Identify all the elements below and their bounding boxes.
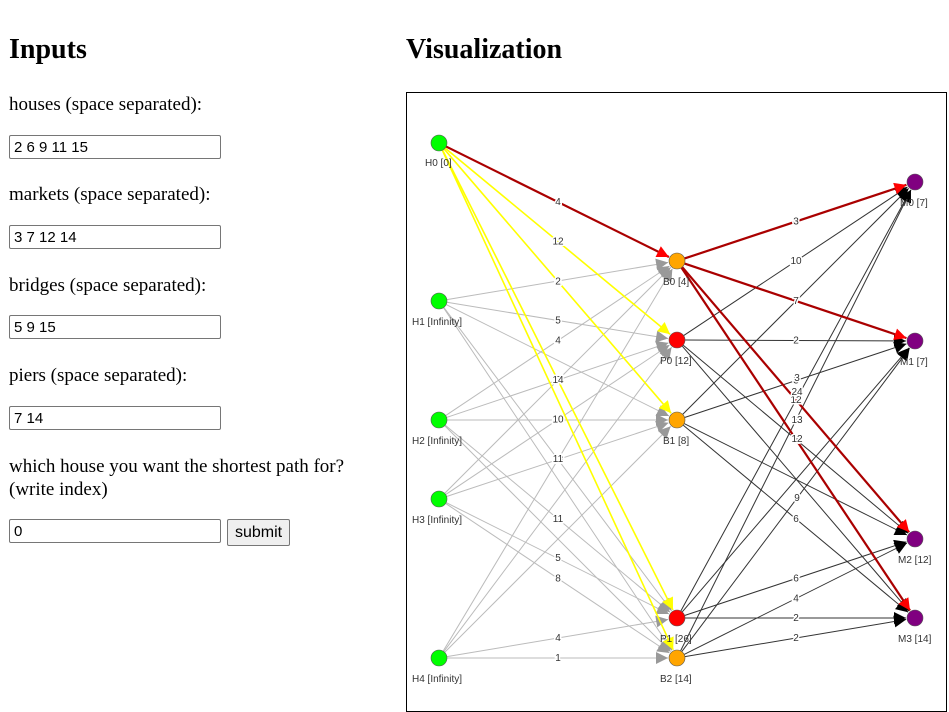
edge-weight-B2-M2: 4 xyxy=(793,594,799,605)
edge-weight-P0-M1: 2 xyxy=(793,336,799,347)
edge-weight-extra: 11 xyxy=(553,454,564,465)
edge-weight-B0-M1: 7 xyxy=(793,296,799,307)
graph-svg: 4547101114101878411023662421224371216324… xyxy=(412,134,932,685)
piers-input[interactable] xyxy=(9,406,221,430)
node-label: B1 [8] xyxy=(663,436,689,447)
edge-weight-H3-P0: 10 xyxy=(552,415,564,426)
house-index-input[interactable] xyxy=(9,519,221,543)
node-circle xyxy=(906,332,924,350)
inputs-title: Inputs xyxy=(9,34,87,65)
node-circle xyxy=(906,609,924,627)
edge-weight-H0-P0: 12 xyxy=(552,237,564,248)
node-m3: M3 [14] xyxy=(898,609,932,645)
node-label: M1 [7] xyxy=(900,357,928,368)
node-label: B2 [14] xyxy=(660,674,692,685)
edge-weight-P1-M3: 2 xyxy=(793,613,799,624)
node-circle xyxy=(668,411,686,429)
edge-weight-extra: 12 xyxy=(791,434,803,445)
edge-weight-extra: 5 xyxy=(555,553,561,564)
houses-input[interactable] xyxy=(9,135,221,159)
node-circle xyxy=(430,490,448,508)
house-question-line2: (write index) xyxy=(9,479,108,500)
node-circle xyxy=(668,331,686,349)
node-circle xyxy=(906,173,924,191)
bridges-input[interactable] xyxy=(9,315,221,339)
node-circle xyxy=(430,411,448,429)
edge-weight-extra: 13 xyxy=(791,415,803,426)
markets-label: markets (space separated): xyxy=(9,184,211,205)
edge-weight-B1-M3: 6 xyxy=(793,514,799,525)
node-label: M2 [12] xyxy=(898,555,932,566)
node-label: H4 [Infinity] xyxy=(412,674,462,685)
visualization-title: Visualization xyxy=(406,34,563,65)
node-p1: P1 [26] xyxy=(660,609,692,645)
node-label: H0 [0] xyxy=(425,158,452,169)
edge-weight-H4-P1: 4 xyxy=(555,633,561,644)
edge-weight-H2-P1: 11 xyxy=(553,514,564,525)
houses-label: houses (space separated): xyxy=(9,94,203,115)
edge-weight-extra: 3 xyxy=(794,373,800,384)
edge-weight-extra: 24 xyxy=(791,387,803,398)
node-circle xyxy=(668,252,686,270)
edge-weight-B0-M0: 3 xyxy=(793,217,799,228)
nodes-layer: H0 [0] H1 [Infinity] H2 [Infinity] H3 [Infi… xyxy=(412,134,932,685)
node-label: M0 [7] xyxy=(900,198,928,209)
edge-weight-H2-B0: 4 xyxy=(555,336,561,347)
node-circle xyxy=(430,292,448,310)
node-h3: H3 [Infinity] xyxy=(412,490,462,526)
edge-weight-B2-M3: 2 xyxy=(793,633,799,644)
node-label: M3 [14] xyxy=(898,634,932,645)
piers-label: piers (space separated): xyxy=(9,365,188,386)
node-label: P1 [26] xyxy=(660,634,692,645)
node-circle xyxy=(668,609,686,627)
node-m0: M0 [7] xyxy=(900,173,928,209)
bridges-label: bridges (space separated): xyxy=(9,275,207,296)
markets-input[interactable] xyxy=(9,225,221,249)
house-question-line1: which house you want the shortest path f… xyxy=(9,456,345,477)
edge-weight-P0-M0: 10 xyxy=(790,256,802,267)
node-h2: H2 [Infinity] xyxy=(412,411,462,447)
node-m2: M2 [12] xyxy=(898,530,932,566)
edges-layer xyxy=(441,145,912,664)
visualization-canvas: 4 5 4 7 10 11 14 10 18 7 8 4 1 10 2 3 6 6 2 4 2 12 2 4 3 7 12 16 3 24… xyxy=(406,92,947,712)
edge-weight-P1-M2: 6 xyxy=(793,574,799,585)
edge-weight-H0-B1: 2 xyxy=(555,277,561,288)
node-p0: P0 [12] xyxy=(660,331,692,367)
node-label: B0 [4] xyxy=(663,277,689,288)
edge-weight-H0-B0: 4 xyxy=(555,197,561,208)
node-h0: H0 [0] xyxy=(425,134,452,169)
node-circle xyxy=(906,530,924,548)
edge-H4-P0 xyxy=(443,346,673,652)
node-label: H1 [Infinity] xyxy=(412,317,462,328)
edge-weight-extra: 9 xyxy=(794,493,800,504)
edge-weight-H3-B2: 8 xyxy=(555,574,561,585)
edge-weight-H3-B0: 14 xyxy=(552,375,564,386)
node-b2: B2 [14] xyxy=(660,649,692,685)
edge-weight-H1-P0: 5 xyxy=(555,316,561,327)
edge-weight-H4-B2: 1 xyxy=(555,653,561,664)
node-label: H3 [Infinity] xyxy=(412,515,462,526)
node-circle xyxy=(430,134,448,152)
submit-button[interactable]: submit xyxy=(227,519,291,546)
node-circle xyxy=(668,649,686,667)
node-circle xyxy=(430,649,448,667)
node-label: P0 [12] xyxy=(660,356,692,367)
node-label: H2 [Infinity] xyxy=(412,436,462,447)
edge-H1-B2 xyxy=(443,307,673,651)
